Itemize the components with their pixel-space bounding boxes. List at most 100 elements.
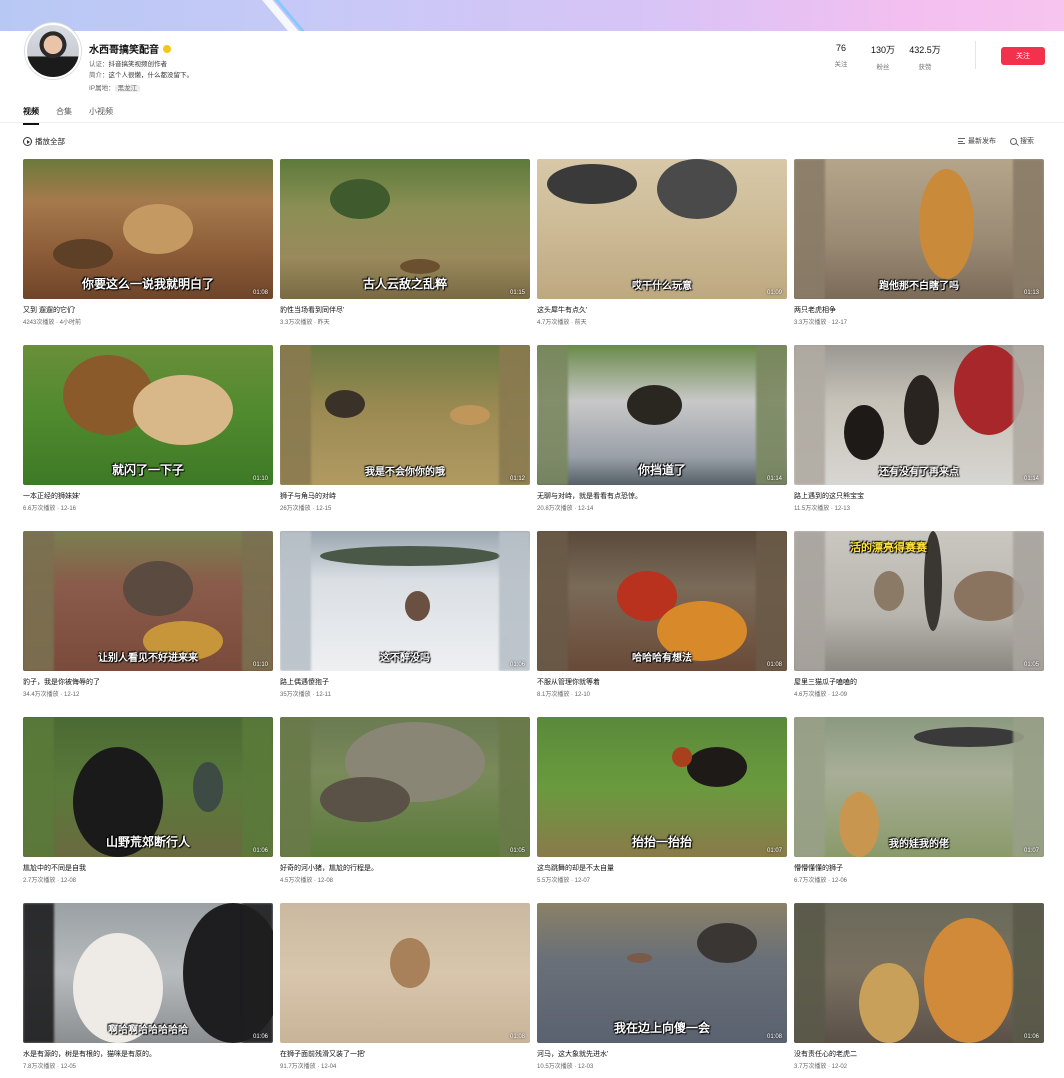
video-thumbnail[interactable]: 就闪了一下子 01:10 (23, 345, 273, 485)
thumbnail-shape (697, 923, 757, 963)
video-duration: 01:13 (1023, 290, 1039, 296)
stat-likes: 432.5万 获赞 (904, 43, 946, 71)
video-card[interactable]: 古人云敌之乱粹 01:15 豹性当场看到同伴尽' 3.3万次播放 · 昨天 (280, 159, 530, 339)
play-icon (23, 137, 32, 146)
video-thumbnail[interactable]: 我在边上向傻一会 01:08 (537, 903, 787, 1043)
video-duration: 01:10 (252, 662, 268, 668)
video-thumbnail[interactable]: 01:05 (280, 717, 530, 857)
video-caption: 我在边上向傻一会 (613, 1021, 710, 1035)
video-card[interactable]: 我的娃我的佬 01:07 懵懵懂懂的狮子 6.7万次播放 · 12-06 (794, 717, 1044, 897)
video-thumbnail[interactable]: 你要这么一说我就明白了 01:08 (23, 159, 273, 299)
video-card[interactable]: 山野荒郊断行人 01:06 尴尬中的不同是自我 2.7万次播放 · 12-08 (23, 717, 273, 897)
video-card[interactable]: 你要这么一说我就明白了 01:08 又到 遛遛的它们' 4243次播放 · 4小时前 (23, 159, 273, 339)
divider (0, 122, 1064, 123)
video-thumbnail[interactable]: 古人云敌之乱粹 01:15 (280, 159, 530, 299)
ip-location: IP属地： 黑龙江 (89, 82, 141, 92)
video-title[interactable]: 在狮子面前残滑又装了一把' (280, 1049, 365, 1059)
video-duration: 01:05 (509, 848, 525, 854)
video-meta: 3.7万次播放 · 12-02 (794, 1064, 848, 1070)
video-title[interactable]: 这头犀牛有点久' (537, 305, 587, 315)
video-thumbnail[interactable]: 哈哈哈有想法 01:08 (537, 531, 787, 671)
video-thumbnail[interactable]: 哎干什么玩意 01:09 (537, 159, 787, 299)
video-card[interactable]: 活的漂亮得赛赛 01:05 屋里三猫瓜子嗑嗑的 4.6万次播放 · 12-09 (794, 531, 1044, 711)
video-title[interactable]: 又到 遛遛的它们' (23, 305, 75, 315)
stat-followers[interactable]: 130万 粉丝 (862, 43, 904, 71)
video-thumbnail[interactable]: 啊哈啊哈哈哈哈哈 01:06 (23, 903, 273, 1043)
video-title[interactable]: 路上遇到的这只熊宝宝 (794, 491, 864, 501)
video-card[interactable]: 我是不会你你的哦 01:12 狮子与角马的对峙 26万次播放 · 12-15 (280, 345, 530, 525)
video-thumbnail[interactable]: 活的漂亮得赛赛 01:05 (794, 531, 1044, 671)
video-title[interactable]: 无聊与对峙，就是看看有点恐惊。 (537, 491, 642, 501)
video-card[interactable]: 跑他那不白瞎了吗 01:13 两只老虎相争 3.3万次播放 · 12-17 (794, 159, 1044, 339)
video-meta: 5.5万次播放 · 12-07 (537, 878, 591, 884)
video-card[interactable]: 抬抬一抬抬 01:07 这鸟跳舞的却是不太自量 5.5万次播放 · 12-07 (537, 717, 787, 897)
search-label: 搜索 (1020, 138, 1034, 145)
video-title[interactable]: 好奇的河小猪，尴尬的行程是。 (280, 863, 378, 873)
video-card[interactable]: 还有没有了再来点 01:14 路上遇到的这只熊宝宝 11.5万次播放 · 12-13 (794, 345, 1044, 525)
video-thumbnail[interactable]: 01:08 (280, 903, 530, 1043)
video-title[interactable]: 豹性当场看到同伴尽' (280, 305, 344, 315)
video-title[interactable]: 屋里三猫瓜子嗑嗑的 (794, 677, 857, 687)
video-thumbnail[interactable]: 让别人看见不好进来来 01:10 (23, 531, 273, 671)
thumbnail-shape (672, 747, 692, 767)
video-title[interactable]: 水是有源的，树是有根的，猫咪是有原的。 (23, 1049, 156, 1059)
video-title[interactable]: 尴尬中的不同是自我 (23, 863, 86, 873)
video-thumbnail[interactable]: 这不醉没吗 01:06 (280, 531, 530, 671)
follow-button[interactable]: 关注 (1001, 47, 1045, 65)
video-thumbnail[interactable]: 我的娃我的佬 01:07 (794, 717, 1044, 857)
play-all-label: 播放全部 (35, 137, 65, 146)
video-card[interactable]: 你挡道了 01:14 无聊与对峙，就是看看有点恐惊。 20.8万次播放 · 12-14 (537, 345, 787, 525)
video-thumbnail[interactable]: 我是不会你你的哦 01:12 (280, 345, 530, 485)
video-caption: 就闪了一下子 (111, 463, 184, 477)
video-thumbnail[interactable]: 你挡道了 01:14 (537, 345, 787, 485)
video-thumbnail[interactable]: 跑他那不白瞎了吗 01:13 (794, 159, 1044, 299)
video-title[interactable]: 两只老虎相争 (794, 305, 836, 315)
video-title[interactable]: 没有责任心的老虎二 (794, 1049, 857, 1059)
thumbnail-shape (320, 777, 410, 822)
video-caption: 跑他那不白瞎了吗 (879, 281, 959, 292)
video-card[interactable]: 01:05 好奇的河小猪，尴尬的行程是。 4.5万次播放 · 12-08 (280, 717, 530, 897)
video-card[interactable]: 这不醉没吗 01:06 路上偶遇傻狍子 35万次播放 · 12-11 (280, 531, 530, 711)
video-thumbnail[interactable]: 还有没有了再来点 01:14 (794, 345, 1044, 485)
video-title[interactable]: 一本正经的狮妹妹' (23, 491, 80, 501)
thumbnail-shape (450, 405, 490, 425)
video-thumbnail[interactable]: 抬抬一抬抬 01:07 (537, 717, 787, 857)
search-icon (1010, 137, 1017, 145)
video-duration: 01:07 (766, 848, 782, 854)
video-caption: 古人云敌之乱粹 (362, 277, 447, 291)
video-card[interactable]: 就闪了一下子 01:10 一本正经的狮妹妹' 6.6万次播放 · 12-16 (23, 345, 273, 525)
profile-header: 水西哥搞笑配音 认证：抖音搞笑视频创作者 简介：这个人很懒，什么都没留下。 IP… (0, 23, 1064, 101)
video-thumbnail[interactable]: 01:06 (794, 903, 1044, 1043)
verified-badge-icon (163, 44, 171, 53)
video-title[interactable]: 河马，这大象就先进水' (537, 1049, 608, 1059)
thumbnail-shape (193, 762, 223, 812)
stat-following[interactable]: 76 关注 (820, 43, 862, 71)
video-title[interactable]: 不服从管理你就等着 (537, 677, 600, 687)
search-button[interactable]: 搜索 (1010, 136, 1034, 146)
video-title[interactable]: 这鸟跳舞的却是不太自量 (537, 863, 614, 873)
video-card[interactable]: 哎干什么玩意 01:09 这头犀牛有点久' 4.7万次播放 · 前天 (537, 159, 787, 339)
video-thumbnail[interactable]: 山野荒郊断行人 01:06 (23, 717, 273, 857)
video-card[interactable]: 啊哈啊哈哈哈哈哈 01:06 水是有源的，树是有根的，猫咪是有原的。 7.8万次播放 … (23, 903, 273, 1078)
avatar[interactable] (25, 23, 81, 79)
video-title[interactable]: 路上偶遇傻狍子 (280, 677, 329, 687)
video-card[interactable]: 哈哈哈有想法 01:08 不服从管理你就等着 8.1万次播放 · 12-10 (537, 531, 787, 711)
video-title[interactable]: 豹子，我是你被侮辱的了 (23, 677, 100, 687)
video-title[interactable]: 懵懵懂懂的狮子 (794, 863, 843, 873)
profile-stats: 76 关注 130万 粉丝 432.5万 获赞 (820, 43, 946, 71)
video-card[interactable]: 01:06 没有责任心的老虎二 3.7万次播放 · 12-02 (794, 903, 1044, 1078)
sort-button[interactable]: 最新发布 (958, 136, 996, 146)
video-card[interactable]: 我在边上向傻一会 01:08 河马，这大象就先进水' 10.5万次播放 · 12-03 (537, 903, 787, 1078)
video-caption: 哎干什么玩意 (632, 281, 692, 292)
divider (975, 41, 976, 69)
video-meta: 3.3万次播放 · 12-17 (794, 320, 848, 326)
stat-label: 粉丝 (876, 64, 890, 71)
video-card[interactable]: 01:08 在狮子面前残滑又装了一把' 91.7万次播放 · 12-04 (280, 903, 530, 1078)
play-all-button[interactable]: 播放全部 (23, 136, 65, 147)
video-meta: 7.8万次播放 · 12-05 (23, 1064, 77, 1070)
video-duration: 01:07 (1023, 848, 1039, 854)
video-card[interactable]: 让别人看见不好进来来 01:10 豹子，我是你被侮辱的了 34.4万次播放 · 12-… (23, 531, 273, 711)
banner-streak (255, 0, 313, 31)
video-title[interactable]: 狮子与角马的对峙 (280, 491, 336, 501)
thumbnail-shape (123, 561, 193, 616)
